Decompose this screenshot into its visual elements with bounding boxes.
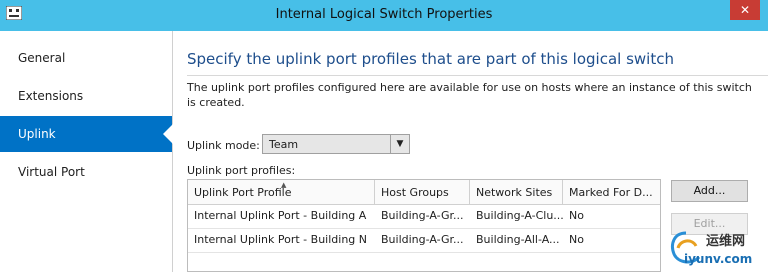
watermark-logo: 运维网 iyunv.com: [666, 226, 768, 272]
description-text: The uplink port profiles configured here…: [187, 81, 752, 109]
sidebar-item-general[interactable]: General: [0, 40, 172, 76]
table-row[interactable]: Internal Uplink Port - Building N Buildi…: [188, 228, 660, 253]
sidebar-item-extensions[interactable]: Extensions: [0, 78, 172, 114]
watermark-text: 运维网: [706, 234, 746, 249]
column-header-marked-for-deletion[interactable]: Marked For D...: [563, 180, 660, 204]
table-header: Uplink Port Profile ▲ Host Groups Networ…: [188, 180, 660, 205]
column-header-network-sites[interactable]: Network Sites: [470, 180, 563, 204]
cell-marked-for-deletion: No: [569, 233, 584, 246]
sidebar-item-uplink[interactable]: Uplink: [0, 116, 173, 152]
close-button[interactable]: ✕: [730, 0, 760, 20]
uplink-mode-label: Uplink mode:: [187, 139, 260, 152]
uplink-mode-select[interactable]: Team ▼: [262, 134, 410, 154]
uplink-profiles-label: Uplink port profiles:: [187, 164, 296, 177]
uplink-mode-value: Team: [269, 138, 299, 151]
cell-uplink-port-profile: Internal Uplink Port - Building N: [194, 233, 367, 246]
cell-marked-for-deletion: No: [569, 209, 584, 222]
column-header-label: Uplink Port Profile: [194, 186, 292, 199]
sidebar-item-label: Uplink: [18, 127, 56, 141]
cell-network-sites: Building-A-Clu...: [476, 209, 563, 222]
table-row[interactable]: Internal Uplink Port - Building A Buildi…: [188, 204, 660, 229]
cell-uplink-port-profile: Internal Uplink Port - Building A: [194, 209, 367, 222]
cell-network-sites: Building-All-A...: [476, 233, 560, 246]
cell-host-groups: Building-A-Gr...: [381, 233, 464, 246]
divider: [187, 75, 768, 76]
window-title: Internal Logical Switch Properties: [275, 7, 493, 22]
column-header-uplink-port-profile[interactable]: Uplink Port Profile ▲: [188, 180, 375, 204]
column-header-host-groups[interactable]: Host Groups: [375, 180, 470, 204]
close-icon: ✕: [739, 3, 751, 17]
cell-host-groups: Building-A-Gr...: [381, 209, 464, 222]
title-bar: Internal Logical Switch Properties ✕: [0, 0, 768, 31]
sidebar: General Extensions Uplink Virtual Port: [0, 31, 173, 272]
selected-arrow-icon: [163, 124, 173, 144]
page-title: Specify the uplink port profiles that ar…: [187, 50, 674, 68]
add-button[interactable]: Add...: [671, 180, 748, 202]
sort-ascending-icon: ▲: [281, 181, 287, 189]
watermark-url: iyunv.com: [684, 252, 753, 266]
uplink-profiles-table: Uplink Port Profile ▲ Host Groups Networ…: [187, 179, 661, 272]
chevron-down-icon: ▼: [390, 135, 409, 153]
sidebar-item-virtual-port[interactable]: Virtual Port: [0, 154, 172, 190]
